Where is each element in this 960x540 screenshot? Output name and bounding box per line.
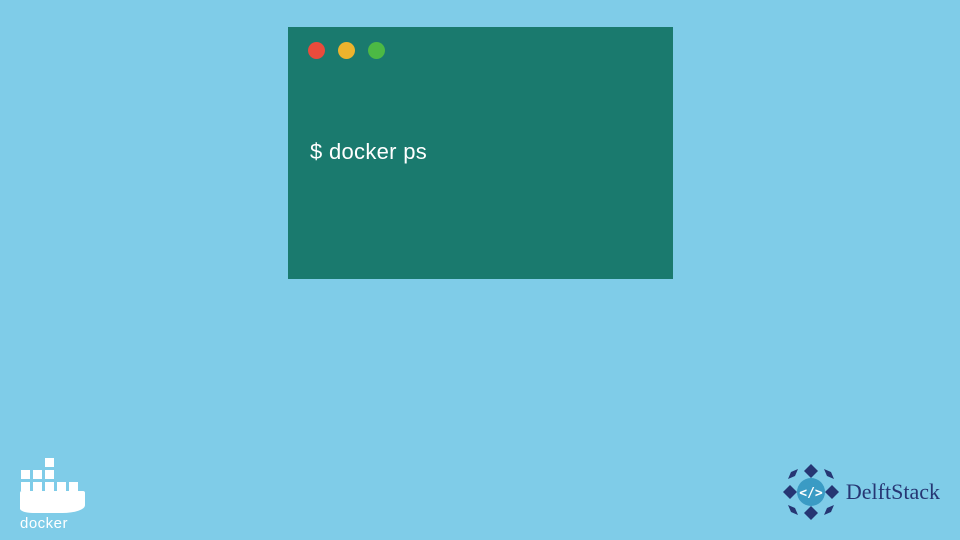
docker-label: docker [20,515,85,532]
docker-logo: docker [20,453,85,532]
minimize-icon[interactable] [338,42,355,59]
docker-whale-icon [20,453,80,493]
window-controls [288,27,673,74]
delftstack-label: DelftStack [846,479,940,505]
svg-text:</>: </> [799,486,823,501]
terminal-window: $ docker ps [288,27,673,279]
delftstack-logo: </> DelftStack [781,462,940,522]
terminal-content: $ docker ps [288,74,673,165]
terminal-command: $ docker ps [310,139,427,164]
maximize-icon[interactable] [368,42,385,59]
close-icon[interactable] [308,42,325,59]
delftstack-emblem-icon: </> [781,462,841,522]
